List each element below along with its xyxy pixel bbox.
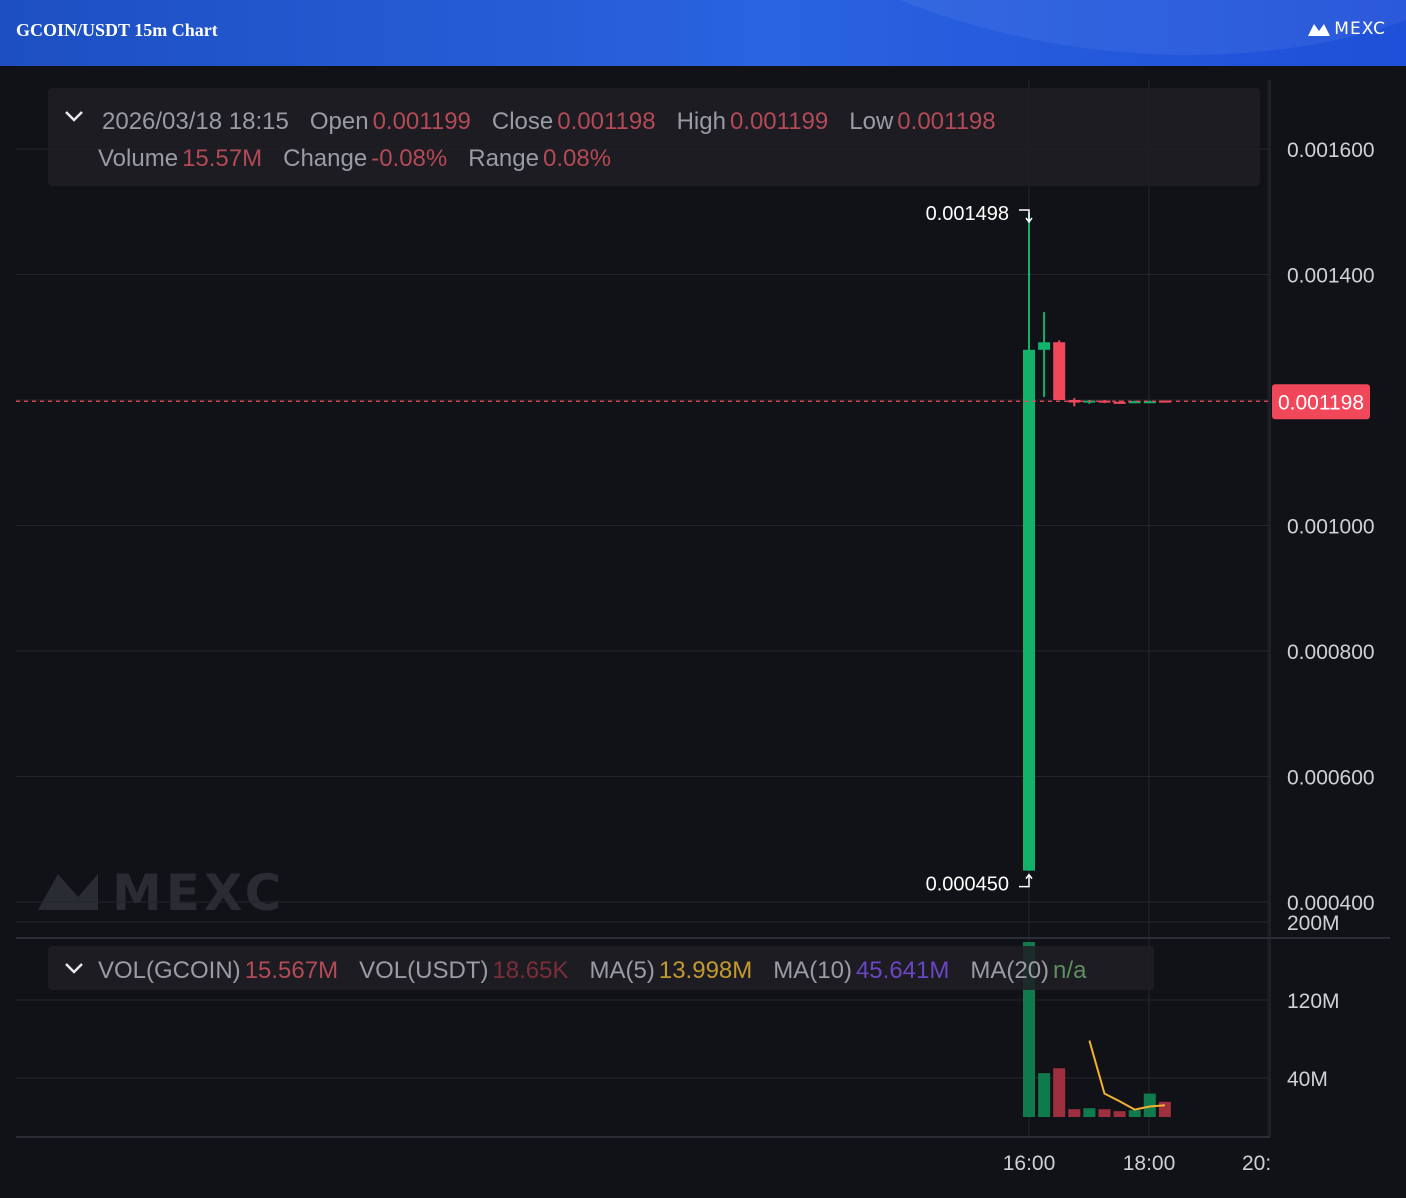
max-price-annotation: 0.001498	[926, 203, 1009, 225]
ohlc-datetime: 2026/03/18 18:15	[102, 108, 289, 135]
volume-bar	[1098, 1109, 1111, 1117]
time-tick-label: 16:00	[1003, 1152, 1056, 1175]
current-price-label: 0.001198	[1278, 391, 1364, 414]
price-tick-label: 0.001000	[1287, 516, 1375, 539]
candle-body	[1113, 401, 1126, 404]
range-value: 0.08%	[542, 145, 612, 172]
time-tick-label: 18:00	[1123, 1152, 1176, 1175]
ma20-label: MA(20)	[970, 957, 1050, 984]
volume-bar	[1113, 1111, 1126, 1117]
watermark-text: MEXC	[112, 864, 285, 922]
candle	[1083, 400, 1096, 404]
time-tick-label: 20:	[1242, 1152, 1271, 1175]
change-label: Change	[283, 145, 368, 172]
ma10-value: 45.641M	[855, 957, 950, 984]
open-label: Open	[309, 108, 369, 135]
price-tick-label: 0.001600	[1287, 139, 1375, 162]
brand-name: MEXC	[1334, 19, 1386, 39]
vol-gcoin-value: 15.567M	[244, 957, 339, 984]
candlestick-chart[interactable]: MEXC 0.001600 0.001400 0.001000 0.000800 0.00…	[0, 66, 1406, 1198]
candle	[1053, 340, 1066, 400]
volume-bar	[1083, 1108, 1096, 1117]
max-arrow-icon	[1019, 209, 1033, 224]
watermark-logo-icon	[38, 874, 98, 910]
brand-logo: MEXC	[1308, 19, 1386, 39]
volume-tick-label: 120M	[1287, 990, 1340, 1013]
candle	[1023, 213, 1035, 871]
volume-bar	[1053, 1068, 1066, 1117]
volume-bar	[1038, 1073, 1051, 1117]
mexc-logo-icon	[1308, 24, 1331, 36]
volume-label: Volume	[98, 145, 179, 172]
ma5-value: 13.998M	[658, 957, 753, 984]
high-value: 0.001199	[729, 108, 829, 135]
chart-header: GCOIN/USDT 15m Chart MEXC	[0, 0, 1406, 66]
close-label: Close	[491, 108, 554, 135]
candle	[1068, 398, 1081, 407]
vol-usdt-value: 18.65K	[492, 957, 569, 984]
chevron-down-icon[interactable]	[64, 106, 84, 126]
price-tick-label: 0.000800	[1287, 641, 1375, 664]
watermark: MEXC	[38, 864, 285, 922]
volume-bar	[1068, 1109, 1081, 1117]
change-value: -0.08%	[371, 145, 448, 172]
volume-legend: VOL(GCOIN) 15.567M VOL(USDT) 18.65K MA(5) 1…	[48, 946, 1154, 990]
price-tick-label: 0.000600	[1287, 767, 1375, 790]
chart-title: GCOIN/USDT 15m Chart	[16, 20, 218, 40]
close-value: 0.001198	[557, 108, 656, 135]
candle	[1038, 312, 1051, 397]
open-value: 0.001199	[372, 108, 471, 135]
min-arrow-icon	[1019, 873, 1033, 888]
ma10-label: MA(10)	[773, 957, 852, 984]
ma5-label: MA(5)	[589, 957, 655, 984]
high-label: High	[676, 108, 726, 135]
chevron-down-icon[interactable]	[64, 958, 84, 978]
ma20-value: n/a	[1053, 957, 1087, 984]
volume-tick-label: 40M	[1287, 1068, 1328, 1091]
low-value: 0.001198	[897, 108, 996, 135]
candle-body	[1053, 342, 1066, 400]
price-tick-label: 0.001400	[1287, 265, 1375, 288]
vol-gcoin-label: VOL(GCOIN)	[98, 957, 241, 984]
volume-bar	[1158, 1101, 1171, 1117]
volume-bar	[1128, 1110, 1141, 1117]
min-price-annotation: 0.000450	[926, 874, 1009, 896]
vol-usdt-label: VOL(USDT)	[359, 957, 489, 984]
candle-body	[1038, 342, 1051, 350]
ohlc-legend: 2026/03/18 18:15 Open 0.001199 Close 0.001…	[48, 88, 1260, 186]
volume-tick-label: 200M	[1287, 912, 1340, 935]
low-label: Low	[849, 108, 894, 135]
range-label: Range	[468, 145, 539, 172]
candle-body	[1023, 349, 1035, 871]
volume-value: 15.57M	[182, 145, 263, 172]
